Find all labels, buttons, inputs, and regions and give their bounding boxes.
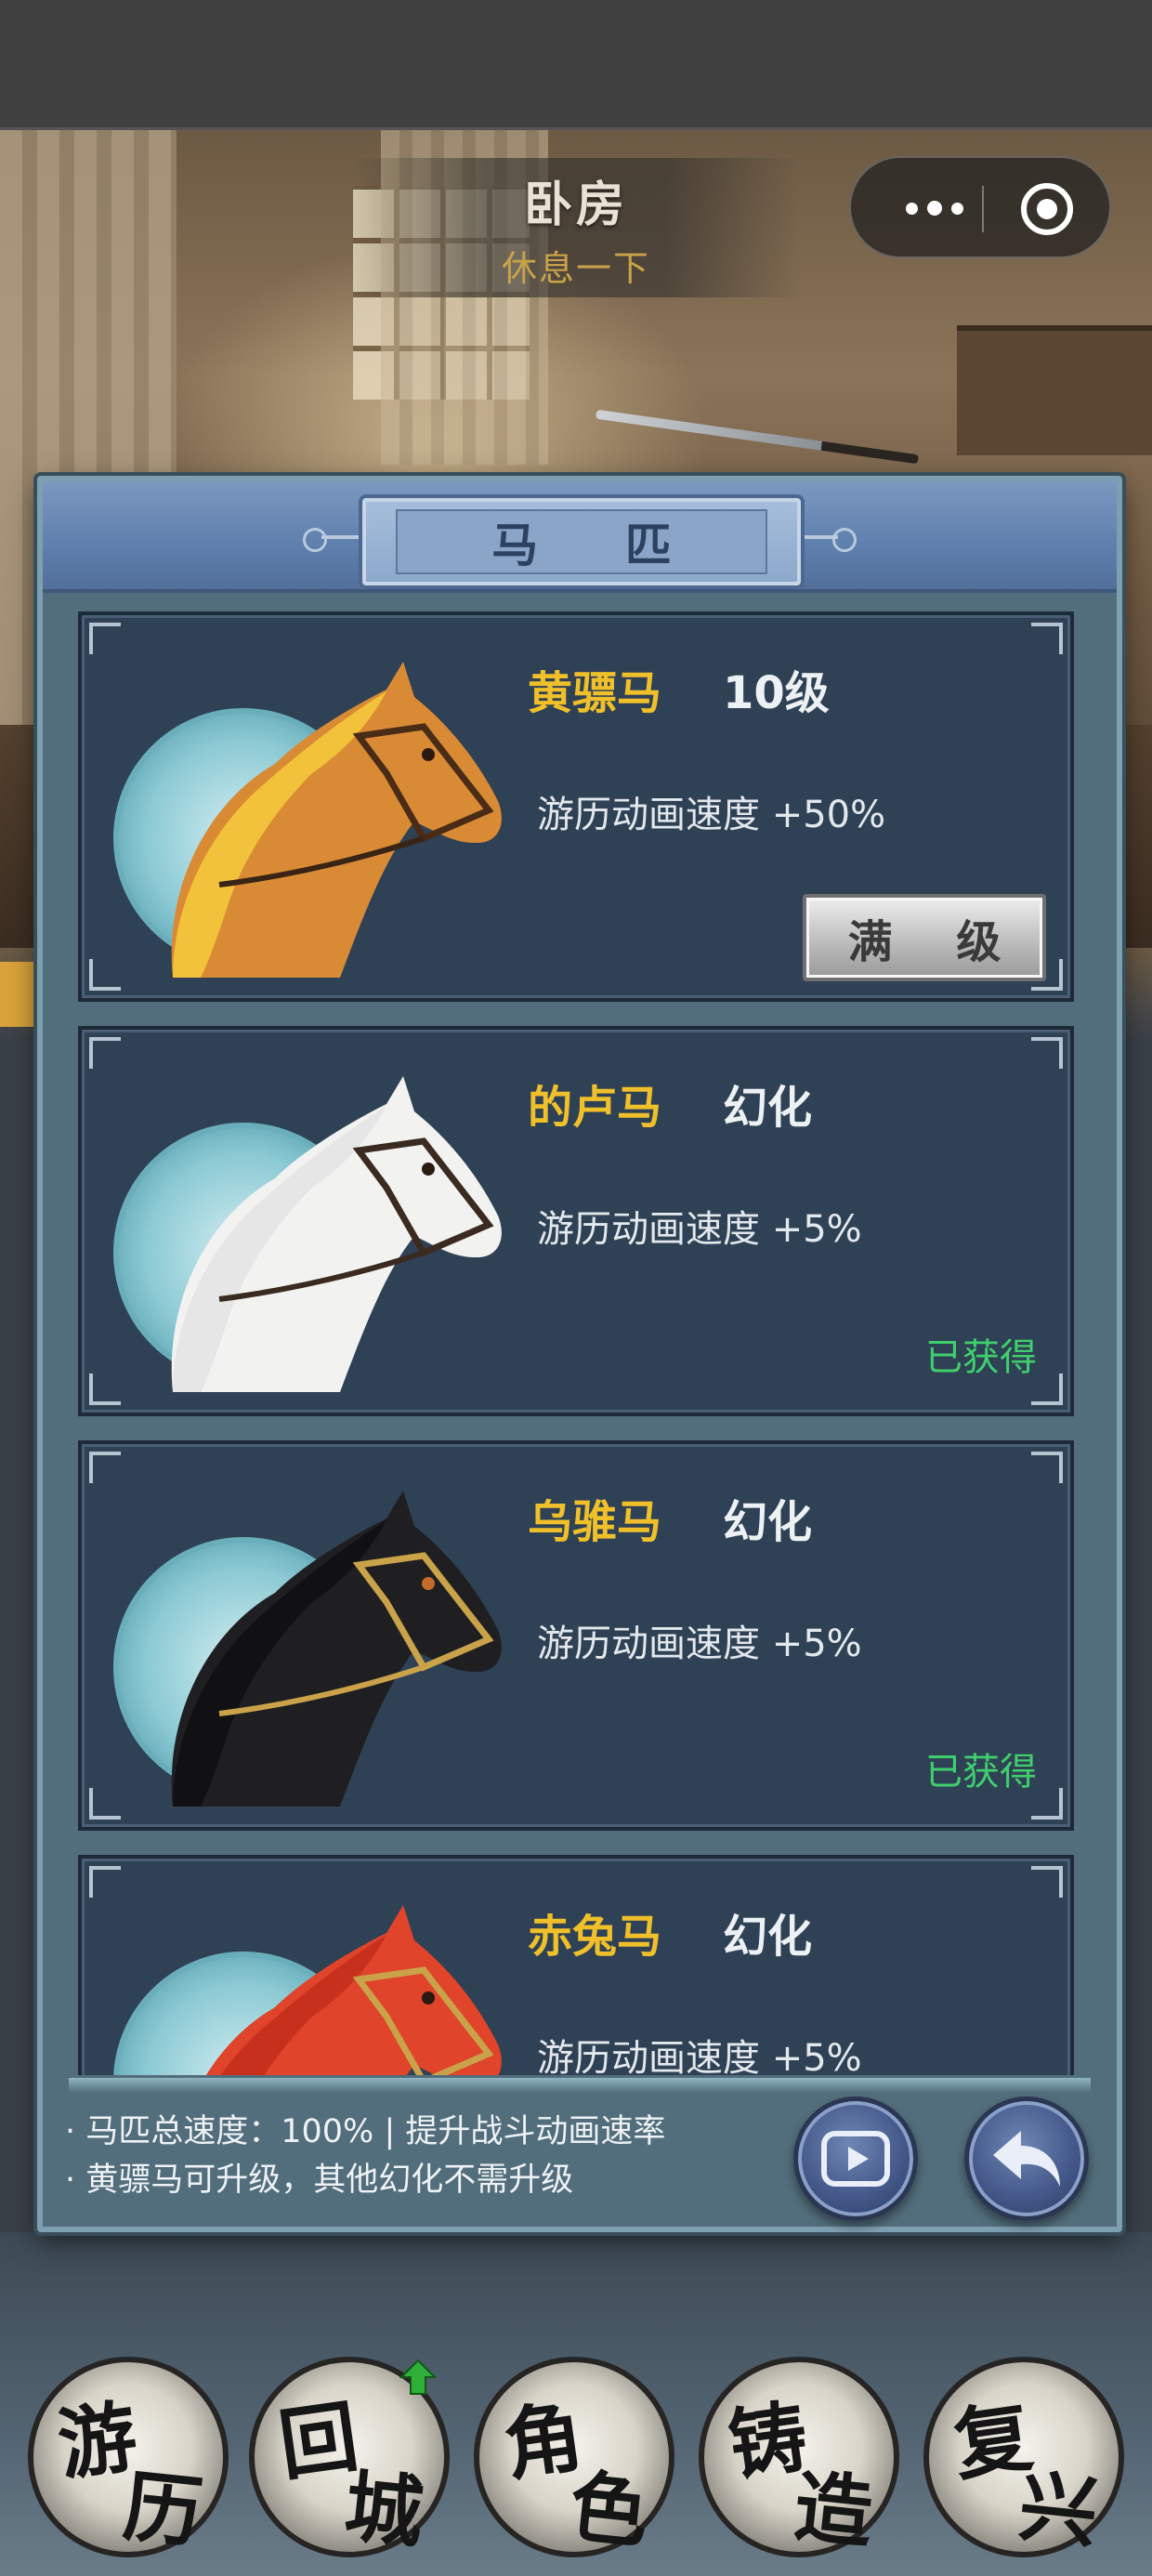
horse-portrait [108,1491,502,1807]
nav-button-revive[interactable]: 复 兴 [923,2357,1124,2559]
horse-name: 赤兔马 [528,1911,662,1963]
horse-effect: 游历动画速度 +5% [537,2037,862,2075]
horse-level: 幻化 [723,1911,813,1963]
horse-effect: 游历动画速度 +5% [537,1623,862,1665]
sword-decoration [596,409,919,465]
horse-level: 幻化 [723,1082,813,1134]
horse-panel: 马 匹 黄骠马 10级 游历动画速度 +50% 满 级 的卢马 幻化 游历动画速… [37,476,1122,2232]
horse-head-icon [205,1905,502,2075]
horse-effect: 游历动画速度 +50% [537,794,886,836]
nav-label: 历 [119,2459,207,2560]
horse-card[interactable]: 的卢马 幻化 游历动画速度 +5% 已获得 [78,1026,1074,1416]
panel-header: 马 匹 [43,481,1117,593]
horse-level: 幻化 [723,1496,813,1548]
title-plaque: 马 匹 [359,494,805,589]
horse-head-icon [171,1076,502,1392]
capsule-divider [982,186,984,232]
status-bar [0,0,1152,130]
horse-name: 的卢马 [528,1082,662,1134]
horse-effect: 游历动画速度 +5% [537,1208,862,1251]
owned-status: 已获得 [925,1336,1037,1379]
max-level-button[interactable]: 满 级 [803,894,1046,981]
room-subtitle: 休息一下 [501,248,650,289]
nav-button-character[interactable]: 角 色 [474,2357,674,2559]
green-arrow-badge-icon [399,2359,437,2395]
more-dots-icon[interactable] [888,180,981,236]
list-fade [69,2078,1091,2093]
room-title: 卧房 [523,177,628,233]
shelf [957,325,1152,455]
return-arrow-icon [993,2131,1060,2187]
horse-list[interactable]: 黄骠马 10级 游历动画速度 +50% 满 级 的卢马 幻化 游历动画速度 +5… [63,611,1096,2075]
owned-status: 已获得 [925,1751,1037,1794]
note-line: · 黄骠马可升级，其他幻化不需升级 [65,2162,574,2199]
video-play-icon [821,2131,890,2187]
nav-button-forge[interactable]: 铸 造 [699,2357,899,2559]
nav-label: 造 [790,2459,878,2560]
panel-notes: · 马匹总速度：100% | 提升战斗动画速率 · 黄骠马可升级，其他幻化不需升… [65,2108,771,2204]
horse-card[interactable]: 赤兔马 幻化 游历动画速度 +5% [78,1855,1074,2075]
horse-head-icon [171,662,502,978]
horse-portrait [108,1076,502,1392]
horse-level: 10级 [723,667,830,719]
video-button[interactable] [793,2096,918,2221]
nav-button-travel[interactable]: 游 历 [28,2357,229,2559]
note-line: · 马匹总速度：100% | 提升战斗动画速率 [65,2113,666,2150]
nav-label: 色 [565,2459,653,2560]
horse-card[interactable]: 乌骓马 幻化 游历动画速度 +5% 已获得 [78,1440,1074,1831]
horse-name: 乌骓马 [528,1496,662,1548]
horse-portrait [108,662,502,978]
horse-head-icon [171,1491,502,1807]
horse-card[interactable]: 黄骠马 10级 游历动画速度 +50% 满 级 [78,611,1074,1002]
back-button[interactable] [964,2096,1089,2221]
miniprogram-capsule [849,156,1111,258]
nav-label: 城 [340,2459,428,2560]
panel-title: 马 匹 [491,518,707,572]
horse-name: 黄骠马 [528,667,662,719]
target-close-icon[interactable] [1021,183,1073,235]
nav-label: 兴 [1015,2459,1103,2560]
horse-portrait [108,1905,502,2075]
